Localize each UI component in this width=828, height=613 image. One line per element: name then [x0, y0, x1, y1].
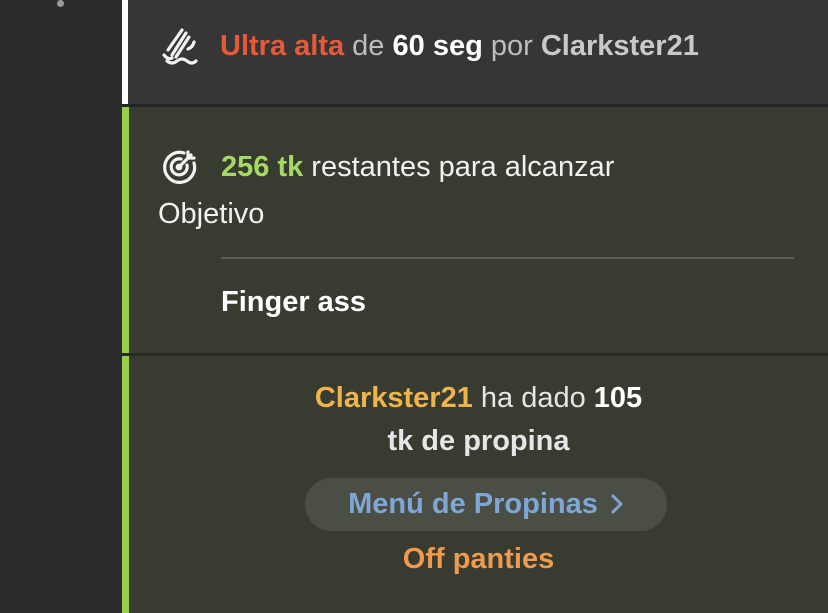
goal-amount: 256 tk — [221, 151, 304, 183]
tip-menu-item: Off panties — [402, 543, 555, 575]
rail-dot — [57, 0, 64, 7]
goal-separator — [221, 257, 794, 259]
vibe-username[interactable]: Clarkster21 — [541, 30, 699, 62]
goal-message: 256 tk restantes para alcanzar Objetivo … — [122, 107, 828, 353]
tip-menu-label: Menú de Propinas — [348, 488, 598, 520]
vibe-message: Ultra alta de 60 seg por Clarkster21 — [122, 0, 828, 104]
target-icon — [163, 150, 197, 184]
goal-text-line2: Objetivo — [158, 198, 265, 230]
tip-text-mid: ha dado — [480, 382, 586, 414]
tip-text: Clarkster21 ha dado 105 — [129, 380, 828, 416]
vibe-by-word: por — [490, 30, 533, 62]
tip-message: Clarkster21 ha dado 105 tk de propina Me… — [122, 356, 828, 613]
goal-description: Finger ass — [221, 286, 367, 318]
vibe-text: Ultra alta de 60 seg por Clarkster21 — [220, 28, 699, 64]
vibe-duration: 60 seg — [392, 30, 483, 62]
tip-amount: 105 — [593, 382, 643, 414]
vibration-wave-icon — [162, 28, 198, 65]
chat-panel: Ultra alta de 60 seg por Clarkster21 256… — [0, 0, 828, 613]
vibe-level: Ultra alta — [220, 30, 345, 62]
left-rail — [0, 0, 122, 613]
tip-username[interactable]: Clarkster21 — [315, 382, 473, 414]
goal-text: 256 tk restantes para alcanzar — [221, 149, 614, 185]
vibe-connector: de — [352, 30, 385, 62]
tip-text-line2: tk de propina — [387, 425, 570, 457]
tip-menu-button[interactable]: Menú de Propinas — [305, 478, 667, 531]
chat-feed[interactable]: Ultra alta de 60 seg por Clarkster21 256… — [122, 0, 828, 613]
goal-text-after: restantes para alcanzar — [311, 151, 615, 183]
chevron-right-icon — [611, 494, 623, 514]
